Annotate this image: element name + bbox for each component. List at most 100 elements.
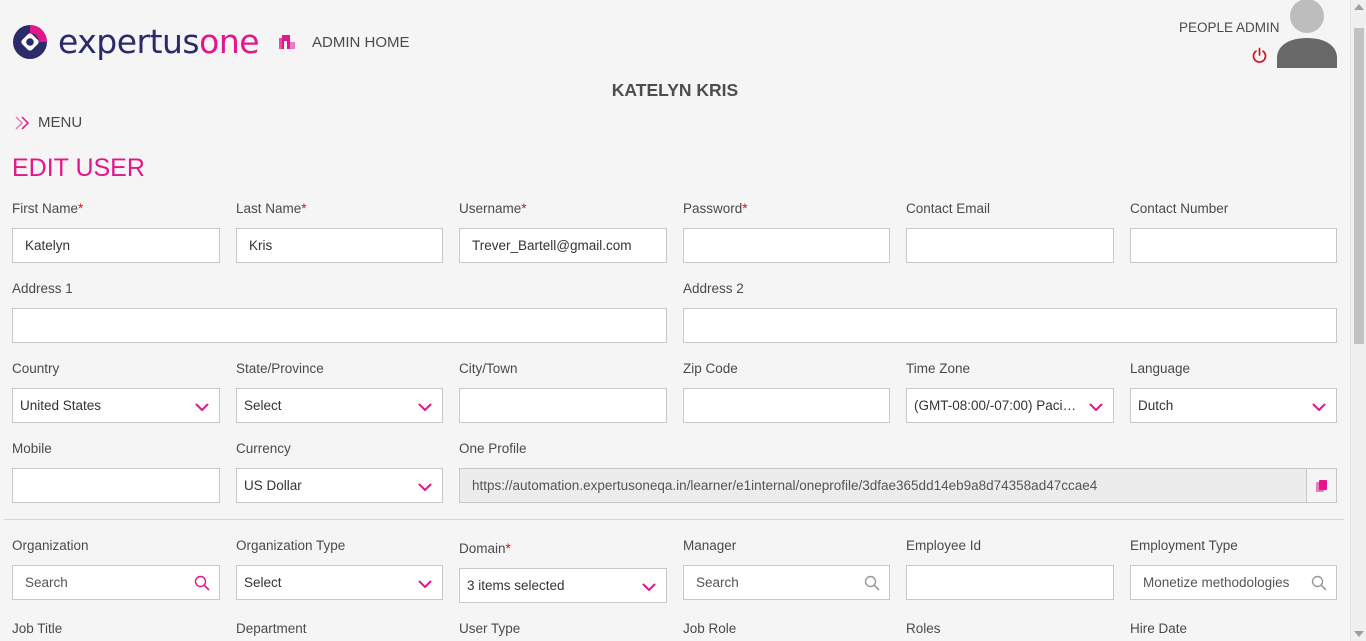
organization-search-input[interactable]: Search <box>12 565 220 600</box>
page-title: EDIT USER <box>12 154 145 182</box>
one-profile-url[interactable]: https://automation.expertusoneqa.in/lear… <box>459 468 1337 503</box>
required-marker: * <box>505 541 511 556</box>
first-name-label: First Name <box>12 201 79 216</box>
first-name-input[interactable]: Katelyn <box>12 228 220 263</box>
address2-label: Address 2 <box>683 281 744 296</box>
language-select[interactable]: Dutch <box>1130 388 1337 423</box>
search-icon[interactable] <box>864 575 880 591</box>
required-marker: * <box>742 201 748 216</box>
contact-email-field: Contact Email <box>906 200 1114 263</box>
section-divider <box>4 519 1344 520</box>
mobile-input[interactable] <box>12 468 220 503</box>
language-field: Language Dutch <box>1130 360 1337 423</box>
power-icon[interactable] <box>1251 47 1268 64</box>
employment-type-search-input[interactable]: Monetize methodologies <box>1130 565 1337 600</box>
last-name-field: Last Name* Kris <box>236 200 443 263</box>
state-field: State/Province Select <box>236 360 443 423</box>
home-icon[interactable] <box>278 33 296 49</box>
menu-toggle[interactable]: MENU <box>14 114 82 131</box>
brand-logo[interactable]: expertusone <box>12 22 260 61</box>
required-marker: * <box>521 201 527 216</box>
job-role-field: Job Role <box>683 620 890 640</box>
country-field: Country United States <box>12 360 220 423</box>
password-label: Password <box>683 201 743 216</box>
mobile-field: Mobile <box>12 440 220 503</box>
last-name-label: Last Name <box>236 201 302 216</box>
zip-field: Zip Code <box>683 360 890 423</box>
state-select[interactable]: Select <box>236 388 443 423</box>
domain-label: Domain <box>459 541 506 556</box>
hire-date-field: Hire Date <box>1130 620 1337 640</box>
top-bar: expertusone ADMIN HOME PEOPLE ADMIN <box>0 0 1350 80</box>
employment-type-label: Employment Type <box>1130 538 1238 553</box>
username-input[interactable]: Trever_Bartell@gmail.com <box>459 228 667 263</box>
currency-field: Currency US Dollar <box>236 440 443 503</box>
chevron-down-icon <box>642 580 656 594</box>
one-profile-field: One Profile https://automation.expertuso… <box>459 440 1337 503</box>
organization-type-field: Organization Type Select <box>236 537 443 600</box>
first-name-field: First Name* Katelyn <box>12 200 220 263</box>
country-select[interactable]: United States <box>12 388 220 423</box>
chevron-down-icon <box>418 577 432 591</box>
menu-label: MENU <box>38 114 83 131</box>
job-title-field: Job Title <box>12 620 220 640</box>
city-label: City/Town <box>459 361 518 376</box>
user-display-name: KATELYN KRIS <box>611 80 739 100</box>
contact-email-label: Contact Email <box>906 201 991 216</box>
domain-multiselect[interactable]: 3 items selected <box>459 568 667 603</box>
employee-id-label: Employee Id <box>906 538 982 553</box>
manager-search-input[interactable]: Search <box>683 565 890 600</box>
admin-home-link[interactable]: ADMIN HOME <box>312 34 410 51</box>
required-marker: * <box>301 201 307 216</box>
one-profile-label: One Profile <box>459 441 527 456</box>
search-icon[interactable] <box>194 575 210 591</box>
domain-field: Domain* 3 items selected <box>459 540 667 603</box>
contact-number-input[interactable] <box>1130 228 1337 263</box>
scroll-down-arrow-icon[interactable] <box>1354 631 1364 637</box>
time-zone-field: Time Zone (GMT-08:00/-07:00) Pacific ... <box>906 360 1114 423</box>
scroll-up-arrow-icon[interactable] <box>1354 4 1364 10</box>
address2-field: Address 2 <box>683 280 1337 343</box>
employee-id-input[interactable] <box>906 565 1114 600</box>
roles-field: Roles <box>906 620 1114 640</box>
password-input[interactable] <box>683 228 890 263</box>
hire-date-label: Hire Date <box>1130 621 1188 636</box>
search-icon[interactable] <box>1311 575 1327 591</box>
vertical-scrollbar[interactable] <box>1350 0 1366 641</box>
city-input[interactable] <box>459 388 667 423</box>
user-role-label: PEOPLE ADMIN <box>1179 20 1280 35</box>
organization-type-label: Organization Type <box>236 538 346 553</box>
roles-label: Roles <box>906 621 941 636</box>
scrollbar-thumb[interactable] <box>1354 28 1364 344</box>
password-field: Password* <box>683 200 890 263</box>
currency-label: Currency <box>236 441 291 456</box>
employment-type-field: Employment Type Monetize methodologies <box>1130 537 1337 600</box>
manager-field: Manager Search <box>683 537 890 600</box>
copy-button[interactable] <box>1306 469 1336 502</box>
country-label: Country <box>12 361 60 376</box>
address2-input[interactable] <box>683 308 1337 343</box>
employee-id-field: Employee Id <box>906 537 1114 600</box>
department-field: Department <box>236 620 443 640</box>
organization-label: Organization <box>12 538 89 553</box>
job-role-label: Job Role <box>683 621 737 636</box>
chevron-down-icon <box>1312 400 1326 414</box>
double-chevron-right-icon <box>15 115 30 130</box>
language-label: Language <box>1130 361 1191 376</box>
logo-wordmark: expertusone <box>58 22 260 61</box>
organization-type-select[interactable]: Select <box>236 565 443 600</box>
zip-input[interactable] <box>683 388 890 423</box>
required-marker: * <box>78 201 84 216</box>
address1-input[interactable] <box>12 308 667 343</box>
city-field: City/Town <box>459 360 667 423</box>
organization-field: Organization Search <box>12 537 220 600</box>
contact-email-input[interactable] <box>906 228 1114 263</box>
address1-field: Address 1 <box>12 280 667 343</box>
currency-select[interactable]: US Dollar <box>236 468 443 503</box>
avatar-icon[interactable] <box>1276 0 1338 68</box>
time-zone-select[interactable]: (GMT-08:00/-07:00) Pacific ... <box>906 388 1114 423</box>
last-name-input[interactable]: Kris <box>236 228 443 263</box>
address1-label: Address 1 <box>12 281 73 296</box>
mobile-label: Mobile <box>12 441 52 456</box>
user-type-field: User Type <box>459 620 667 640</box>
